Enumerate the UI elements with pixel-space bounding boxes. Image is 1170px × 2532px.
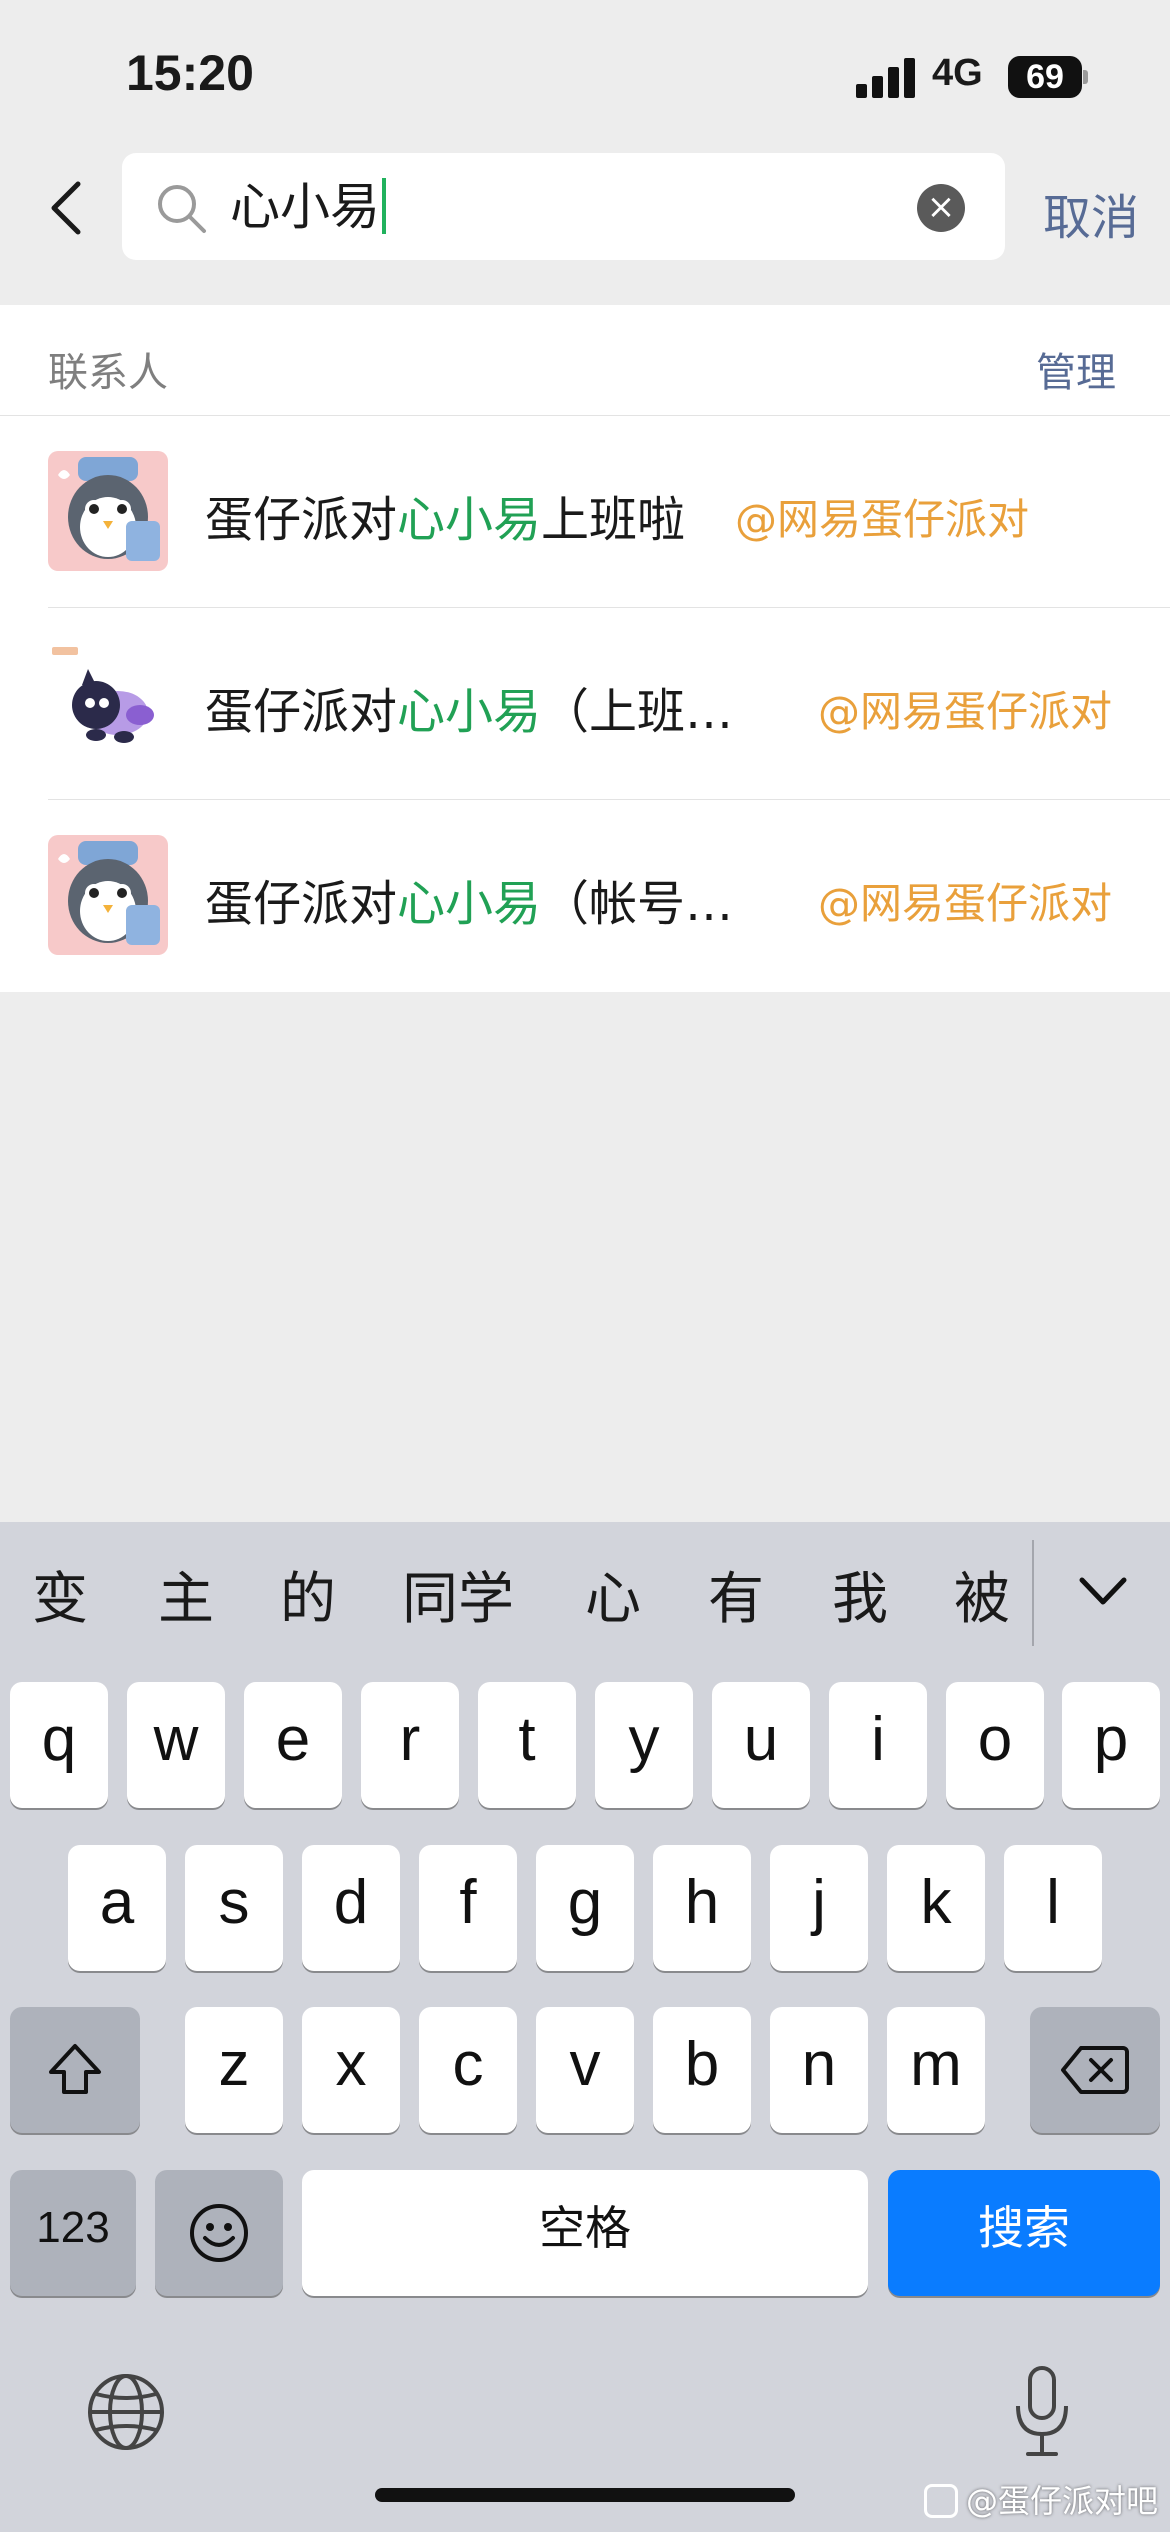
key-z[interactable]: z: [185, 2007, 283, 2133]
key-m[interactable]: m: [887, 2007, 985, 2133]
key-t[interactable]: t: [478, 1682, 576, 1808]
search-query: 心小易: [230, 178, 380, 236]
candidate-word[interactable]: 同学: [402, 1554, 514, 1635]
text-caret: [382, 178, 386, 234]
key-x[interactable]: x: [302, 2007, 400, 2133]
key-q[interactable]: q: [10, 1682, 108, 1808]
key-y[interactable]: y: [595, 1682, 693, 1808]
key-b[interactable]: b: [653, 2007, 751, 2133]
key-k[interactable]: k: [887, 1845, 985, 1971]
backspace-icon: [1061, 2046, 1129, 2094]
contact-org-tag: @网易蛋仔派对: [818, 879, 1113, 928]
candidate-word[interactable]: 主: [158, 1554, 214, 1635]
key-a[interactable]: a: [68, 1845, 166, 1971]
key-f[interactable]: f: [419, 1845, 517, 1971]
signal-icon: [856, 58, 916, 98]
penguin-avatar: [48, 835, 168, 955]
contact-org-tag: @网易蛋仔派对: [818, 687, 1113, 736]
key-u[interactable]: u: [712, 1682, 810, 1808]
back-button[interactable]: [40, 168, 100, 248]
globe-icon[interactable]: [84, 2370, 168, 2454]
microphone-icon[interactable]: [1010, 2364, 1074, 2460]
key-r[interactable]: r: [361, 1682, 459, 1808]
tieba-logo-icon: [924, 2484, 958, 2518]
key-n[interactable]: n: [770, 2007, 868, 2133]
penguin-avatar: [48, 451, 168, 571]
watermark-text: @蛋仔派对吧: [966, 2482, 1159, 2520]
delete-key[interactable]: [1030, 2007, 1160, 2133]
network-type: 4G: [932, 52, 983, 94]
chevron-down-icon: [1079, 1577, 1127, 1605]
clear-icon[interactable]: ×: [917, 184, 965, 232]
contact-result-row[interactable]: 蛋仔派对心小易（帐号… @网易蛋仔派对: [0, 800, 1170, 990]
key-v[interactable]: v: [536, 2007, 634, 2133]
candidate-word[interactable]: 心: [585, 1554, 641, 1635]
contact-org-tag: @网易蛋仔派对: [735, 495, 1030, 544]
key-s[interactable]: s: [185, 1845, 283, 1971]
search-input[interactable]: 心小易: [230, 177, 386, 237]
collapse-keyboard-button[interactable]: [1072, 1560, 1134, 1622]
key-g[interactable]: g: [536, 1845, 634, 1971]
candidate-word[interactable]: 被: [954, 1554, 1010, 1635]
key-l[interactable]: l: [1004, 1845, 1102, 1971]
battery-icon: 69: [1008, 56, 1088, 98]
shift-key[interactable]: [10, 2007, 140, 2133]
status-time: 15:20: [126, 45, 254, 101]
emoji-key[interactable]: [155, 2170, 283, 2296]
candidate-divider: [1032, 1540, 1034, 1646]
manage-link[interactable]: 管理: [1036, 340, 1116, 398]
search-key[interactable]: 搜索: [888, 2170, 1160, 2296]
candidate-bar: 变 主 的 同学 心 有 我 被: [0, 1522, 1170, 1682]
key-e[interactable]: e: [244, 1682, 342, 1808]
candidate-word[interactable]: 变: [32, 1554, 88, 1635]
battery-level: 69: [1026, 58, 1064, 96]
candidate-word[interactable]: 的: [280, 1554, 336, 1635]
key-j[interactable]: j: [770, 1845, 868, 1971]
key-o[interactable]: o: [946, 1682, 1044, 1808]
key-p[interactable]: p: [1062, 1682, 1160, 1808]
contact-result-row[interactable]: 蛋仔派对心小易上班啦 @网易蛋仔派对: [0, 416, 1170, 606]
candidate-word[interactable]: 我: [832, 1554, 888, 1635]
key-i[interactable]: i: [829, 1682, 927, 1808]
space-key[interactable]: 空格: [302, 2170, 868, 2296]
search-field[interactable]: 心小易 ×: [122, 153, 1005, 260]
key-h[interactable]: h: [653, 1845, 751, 1971]
key-d[interactable]: d: [302, 1845, 400, 1971]
purple-pet-avatar: [48, 643, 168, 763]
key-c[interactable]: c: [419, 2007, 517, 2133]
section-title-contacts: 联系人: [48, 350, 168, 396]
candidate-word[interactable]: 有: [708, 1554, 764, 1635]
search-icon: [158, 185, 206, 233]
numbers-key[interactable]: 123: [10, 2170, 136, 2296]
chevron-left-icon: [51, 181, 81, 235]
contact-name: 蛋仔派对心小易（上班…: [205, 684, 734, 740]
contact-name: 蛋仔派对心小易上班啦: [205, 492, 686, 548]
shift-icon: [49, 2044, 101, 2094]
cancel-button[interactable]: 取消: [1043, 178, 1139, 248]
contact-result-row[interactable]: 蛋仔派对心小易（上班… @网易蛋仔派对: [0, 608, 1170, 798]
contact-name: 蛋仔派对心小易（帐号…: [205, 876, 734, 932]
home-indicator: [375, 2488, 795, 2502]
watermark: @蛋仔派对吧: [924, 2476, 1158, 2522]
key-w[interactable]: w: [127, 1682, 225, 1808]
emoji-icon: [190, 2204, 248, 2262]
